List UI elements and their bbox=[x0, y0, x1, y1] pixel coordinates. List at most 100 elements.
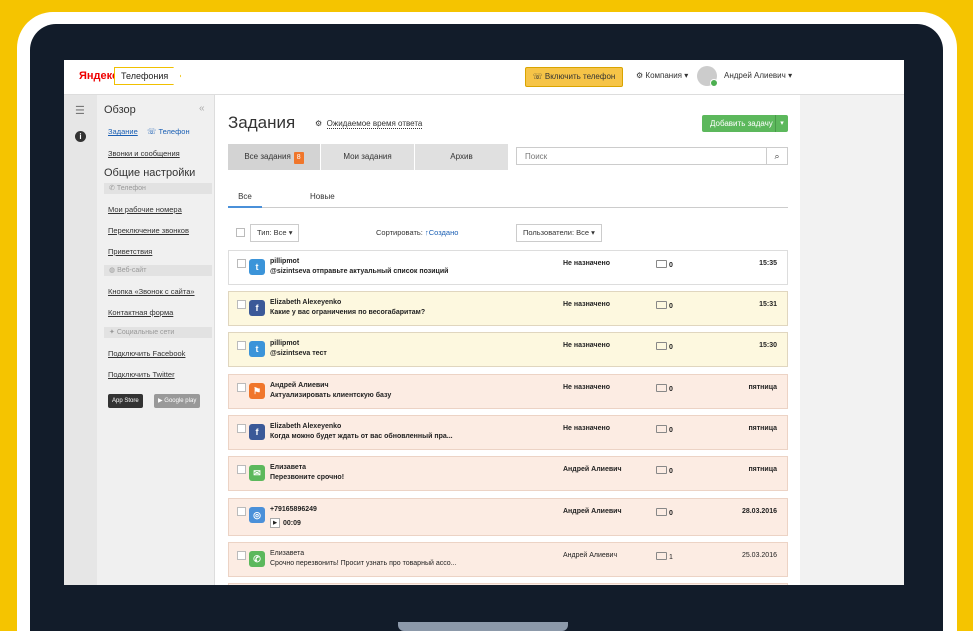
row-checkbox[interactable] bbox=[237, 259, 246, 268]
task-time: пятница bbox=[748, 384, 777, 391]
task-row[interactable]: f Elizabeth Alexeyenko Какие у вас огран… bbox=[228, 291, 788, 326]
search-icon[interactable]: ⌕ bbox=[767, 147, 788, 165]
subtab-new[interactable]: Новые bbox=[310, 191, 335, 206]
tab-all-tasks[interactable]: Все задания 8 bbox=[228, 144, 321, 170]
comment-count: 0 bbox=[656, 508, 673, 517]
sidebar-item-facebook[interactable]: Подключить Facebook bbox=[108, 349, 185, 358]
row-checkbox[interactable] bbox=[237, 300, 246, 309]
sidebar-item-call-switch[interactable]: Переключение звонков bbox=[108, 226, 189, 235]
sidebar-section-general: Общие настройки bbox=[104, 167, 196, 179]
sidebar: Обзор « Задание ☏ Телефон Звонки и сообщ… bbox=[97, 95, 215, 585]
task-author: Елизавета bbox=[270, 550, 305, 557]
avatar[interactable] bbox=[697, 66, 718, 87]
yandex-logo[interactable]: Яндекс bbox=[79, 70, 118, 82]
task-row[interactable]: ✆ Елизавета Срочно перезвонить! Просит у… bbox=[228, 542, 788, 577]
google-play-badge[interactable]: ▶ Google play bbox=[154, 394, 201, 408]
right-background bbox=[800, 95, 904, 585]
row-checkbox[interactable] bbox=[237, 424, 246, 433]
row-checkbox[interactable] bbox=[237, 383, 246, 392]
chevron-down-icon[interactable]: ▾ bbox=[775, 115, 788, 132]
task-row[interactable]: ✉ Елизавета Перезвоните срочно! Андрей А… bbox=[228, 456, 788, 491]
company-menu[interactable]: ⚙ Компания ▾ bbox=[636, 71, 688, 80]
gear-icon: ⚙ bbox=[315, 119, 323, 128]
subtab-all[interactable]: Все bbox=[228, 191, 262, 208]
task-time: пятница bbox=[748, 425, 777, 432]
task-row[interactable]: f Elizabeth Alexeyenko Когда можно будет… bbox=[228, 415, 788, 450]
task-author: Андрей Алиевич bbox=[270, 382, 329, 389]
task-text: Перезвоните срочно! bbox=[270, 474, 345, 481]
info-icon[interactable]: i bbox=[75, 131, 86, 142]
sidebar-item-my-numbers[interactable]: Мои рабочие номера bbox=[108, 205, 182, 214]
row-checkbox[interactable] bbox=[237, 551, 246, 560]
task-assignee: Андрей Алиевич bbox=[563, 552, 618, 559]
task-row[interactable]: ◎ +79165896249 ▶ 00:09 Андрей Алиевич 0 2… bbox=[228, 498, 788, 536]
task-time: пятница bbox=[748, 466, 777, 473]
add-task-button[interactable]: Добавить задачу ▾ bbox=[702, 115, 788, 132]
comment-icon bbox=[656, 260, 667, 268]
headset-icon: ☏ bbox=[147, 127, 159, 136]
type-select[interactable]: Тип: Все ▾ bbox=[250, 224, 300, 242]
sidebar-group-site: ◍ Веб-сайт bbox=[104, 265, 212, 276]
filter-subtabs: Все Новые bbox=[228, 191, 788, 208]
search-input[interactable]: Поиск bbox=[516, 147, 767, 165]
comment-icon bbox=[656, 466, 667, 474]
comment-count: 0 bbox=[656, 384, 673, 393]
voicemail-player[interactable]: ▶ 00:09 bbox=[270, 518, 301, 528]
product-tag[interactable]: Телефония bbox=[114, 67, 182, 85]
task-assignee: Андрей Алиевич bbox=[563, 508, 622, 515]
sort-value[interactable]: ↑Создано bbox=[425, 228, 458, 237]
menu-icon[interactable]: ☰ bbox=[75, 104, 85, 117]
comment-icon bbox=[656, 552, 667, 560]
sidebar-item-tasks[interactable]: Задание bbox=[108, 127, 138, 136]
row-checkbox[interactable] bbox=[237, 465, 246, 474]
app-store-badge[interactable]: App Store bbox=[108, 394, 143, 408]
sidebar-item-greetings[interactable]: Приветствия bbox=[108, 247, 152, 256]
response-time-link[interactable]: ⚙ Ожидаемое время ответа bbox=[315, 119, 423, 129]
task-author: Елизавета bbox=[270, 464, 307, 471]
sort-control[interactable]: Сортировать: ↑Создано bbox=[376, 228, 458, 237]
voicemail-icon: ◎ bbox=[249, 507, 265, 523]
task-text: @sizintseva отправьте актуальный список … bbox=[270, 268, 449, 275]
sidebar-title: Обзор bbox=[104, 104, 136, 116]
task-text: @sizintseva тест bbox=[270, 350, 327, 357]
comment-count: 0 bbox=[656, 260, 673, 269]
task-text: Когда можно будет ждать от вас обновленн… bbox=[270, 433, 453, 440]
task-author: pillipmot bbox=[270, 258, 300, 265]
phone-icon: ✆ bbox=[249, 551, 265, 567]
select-all-checkbox[interactable] bbox=[236, 228, 245, 237]
task-time: 15:35 bbox=[759, 260, 777, 267]
task-row[interactable]: ⚑ Андрей Алиевич Актуализировать клиентс… bbox=[228, 374, 788, 409]
task-text: Срочно перезвонить! Просит узнать про то… bbox=[270, 560, 457, 567]
tab-archive[interactable]: Архив bbox=[415, 144, 509, 170]
tasks-count-badge: 8 bbox=[293, 152, 304, 164]
user-menu[interactable]: Андрей Алиевич ▾ bbox=[724, 71, 792, 80]
chevron-down-icon: ▾ bbox=[288, 228, 293, 237]
row-checkbox[interactable] bbox=[237, 507, 246, 516]
task-row[interactable]: t pillipmot @sizintseva тест Не назначен… bbox=[228, 332, 788, 367]
row-checkbox[interactable] bbox=[237, 341, 246, 350]
phone-icon: ✆ bbox=[109, 185, 117, 192]
task-row[interactable]: t pillipmot @sizintseva отправьте актуал… bbox=[228, 250, 788, 285]
sidebar-item-phone[interactable]: ☏ Телефон bbox=[147, 127, 190, 136]
task-author: Elizabeth Alexeyenko bbox=[270, 423, 342, 430]
sidebar-item-contact-form[interactable]: Контактная форма bbox=[108, 308, 173, 317]
enable-phone-button[interactable]: ☏ Включить телефон bbox=[525, 67, 623, 87]
task-assignee: Не назначено bbox=[563, 301, 610, 308]
globe-icon: ◍ bbox=[109, 267, 118, 274]
collapse-icon[interactable]: « bbox=[199, 103, 205, 114]
sidebar-item-calls[interactable]: Звонки и сообщения bbox=[108, 149, 180, 158]
facebook-icon: f bbox=[249, 424, 265, 440]
twitter-icon: t bbox=[249, 259, 265, 275]
tab-my-tasks[interactable]: Мои задания bbox=[321, 144, 415, 170]
play-icon[interactable]: ▶ bbox=[270, 518, 280, 528]
task-text: Актуализировать клиентскую базу bbox=[270, 392, 392, 399]
main-content: Задания ⚙ Ожидаемое время ответа Добавит… bbox=[215, 95, 800, 585]
task-row-partial[interactable] bbox=[228, 583, 788, 585]
chevron-down-icon: ▾ bbox=[788, 71, 793, 80]
laptop-stand bbox=[398, 622, 568, 631]
users-select[interactable]: Пользователи: Все ▾ bbox=[516, 224, 602, 242]
sidebar-item-twitter[interactable]: Подключить Twitter bbox=[108, 370, 175, 379]
comment-count: 0 bbox=[656, 466, 673, 475]
sidebar-item-call-button[interactable]: Кнопка «Звонок с сайта» bbox=[108, 287, 195, 296]
chevron-down-icon: ▾ bbox=[684, 71, 689, 80]
